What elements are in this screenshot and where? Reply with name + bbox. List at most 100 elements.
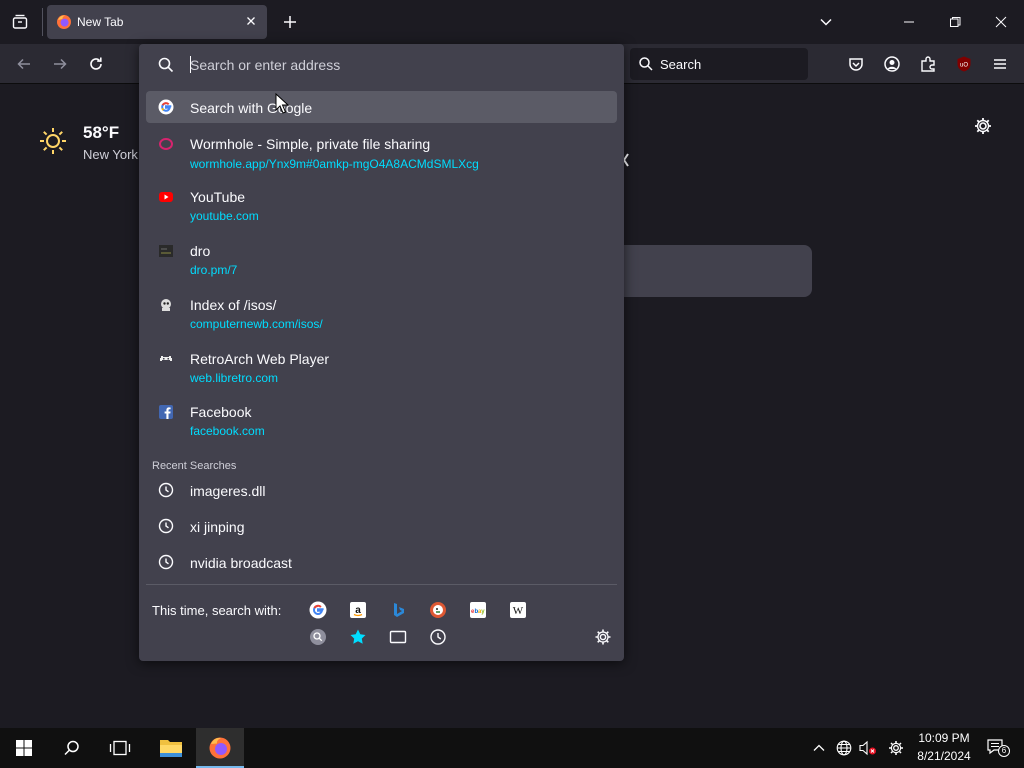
- account-icon[interactable]: [883, 55, 901, 73]
- list-all-tabs-icon[interactable]: [817, 13, 835, 31]
- text-caret: [190, 56, 191, 73]
- clock-date[interactable]: 8/21/2024: [912, 749, 976, 763]
- bing-icon[interactable]: [389, 601, 407, 619]
- pocket-icon[interactable]: [847, 55, 865, 73]
- duckduckgo-icon[interactable]: [429, 601, 447, 619]
- search-icon: [638, 56, 654, 72]
- suggestion-wormhole[interactable]: Wormhole - Simple, private file sharing …: [146, 128, 617, 174]
- clock-time[interactable]: 10:09 PM: [912, 731, 976, 745]
- tab-separator: [42, 8, 43, 36]
- settings-gear-icon[interactable]: [886, 728, 906, 768]
- toolbar-search-box[interactable]: Search: [630, 48, 808, 80]
- address-bar-dropdown: Search with Google Wormhole - Simple, pr…: [139, 44, 624, 661]
- suggestion-url: wormhole.app/Ynx9m#0amkp-mgO4A8ACMdSMLXc…: [190, 157, 479, 171]
- notification-count-badge: 6: [998, 745, 1010, 757]
- suggestion-title: Facebook: [190, 404, 252, 420]
- start-button[interactable]: [0, 728, 48, 768]
- new-tab-search-field[interactable]: [620, 245, 812, 297]
- firefox-icon: [56, 14, 72, 30]
- dro-icon: [158, 243, 174, 259]
- suggestion-url: facebook.com: [190, 424, 265, 438]
- taskbar-search-button[interactable]: [48, 728, 96, 768]
- suggestion-dro[interactable]: dro dro.pm/7: [146, 236, 617, 282]
- address-input[interactable]: [190, 55, 610, 75]
- tabs-icon[interactable]: [389, 628, 407, 646]
- personalize-gear-icon[interactable]: [973, 116, 993, 136]
- ublock-origin-icon[interactable]: uO: [955, 55, 973, 73]
- retroarch-icon: [158, 351, 174, 367]
- wormhole-icon: [158, 136, 174, 152]
- close-window-icon[interactable]: [992, 13, 1010, 31]
- task-view-icon: [109, 740, 131, 756]
- one-off-search-label: This time, search with:: [152, 603, 282, 618]
- search-icon: [157, 56, 175, 74]
- back-icon[interactable]: [15, 55, 33, 73]
- suggestion-facebook[interactable]: Facebook facebook.com: [146, 397, 617, 443]
- bookmarks-icon[interactable]: [349, 628, 367, 646]
- minimize-icon[interactable]: [900, 13, 918, 31]
- recent-search-item[interactable]: imageres.dll: [146, 473, 617, 507]
- suggestion-title: Search with Google: [190, 100, 313, 116]
- suggestion-url: youtube.com: [190, 209, 259, 223]
- amazon-icon[interactable]: a: [349, 601, 367, 619]
- suggestion-search-google[interactable]: Search with Google: [146, 91, 617, 123]
- facebook-icon: [158, 404, 174, 420]
- restore-icon[interactable]: [946, 13, 964, 31]
- suggestion-retroarch[interactable]: RetroArch Web Player web.libretro.com: [146, 344, 617, 390]
- suggestion-title: Index of /isos/: [190, 297, 277, 313]
- new-tab-icon[interactable]: [281, 13, 299, 31]
- ebay-icon[interactable]: ebay: [469, 601, 487, 619]
- reload-icon[interactable]: [87, 55, 105, 73]
- action-center-button[interactable]: 6: [986, 728, 1010, 768]
- show-hidden-icons-icon[interactable]: [810, 728, 828, 768]
- taskbar: 6: [0, 728, 1024, 768]
- youtube-icon: [158, 189, 174, 205]
- suggestion-url: web.libretro.com: [190, 371, 279, 385]
- file-explorer-button[interactable]: [148, 728, 194, 768]
- svg-text:W: W: [513, 605, 524, 617]
- address-bar: [139, 44, 624, 86]
- history-icon: [158, 482, 174, 498]
- firefox-view-icon[interactable]: [11, 13, 29, 31]
- tab-title: New Tab: [77, 15, 124, 29]
- history-icon: [158, 554, 174, 570]
- recent-search-item[interactable]: nvidia broadcast: [146, 545, 617, 579]
- search-settings-gear-icon[interactable]: [594, 628, 612, 646]
- recent-searches-heading: Recent Searches: [152, 460, 237, 472]
- recent-search-text: imageres.dll: [190, 483, 266, 499]
- suggestion-youtube[interactable]: YouTube youtube.com: [146, 182, 617, 228]
- weather-location: New York: [83, 147, 138, 162]
- close-tab-icon[interactable]: [243, 13, 259, 29]
- history-icon: [158, 518, 174, 534]
- svg-text:a: a: [355, 605, 361, 616]
- suggestion-title: Wormhole - Simple, private file sharing: [190, 136, 431, 152]
- recent-search-text: nvidia broadcast: [190, 555, 292, 571]
- recent-search-item[interactable]: xi jinping: [146, 509, 617, 543]
- suggestion-isos[interactable]: Index of /isos/ computernewb.com/isos/: [146, 290, 617, 336]
- google-icon: [158, 99, 174, 115]
- volume-muted-icon[interactable]: [858, 728, 878, 768]
- suggestion-title: dro: [190, 243, 211, 259]
- folder-icon: [160, 740, 182, 757]
- windows-icon: [16, 740, 32, 756]
- network-globe-icon[interactable]: [834, 728, 854, 768]
- mouse-cursor-icon: [275, 93, 289, 115]
- tab-new-tab[interactable]: New Tab: [47, 5, 267, 39]
- extensions-icon[interactable]: [919, 55, 937, 73]
- history-icon[interactable]: [429, 628, 447, 646]
- task-view-button[interactable]: [96, 728, 144, 768]
- search-extension-icon[interactable]: [309, 628, 327, 646]
- weather-temperature: 58°F: [83, 123, 120, 142]
- menu-icon[interactable]: [991, 55, 1009, 73]
- google-icon[interactable]: [309, 601, 327, 619]
- forward-icon[interactable]: [51, 55, 69, 73]
- toolbar-search-label: Search: [660, 57, 702, 72]
- tab-strip: New Tab: [0, 0, 1024, 44]
- suggestion-url: dro.pm/7: [190, 263, 238, 277]
- svg-text:uO: uO: [960, 63, 968, 69]
- search-icon: [64, 740, 79, 756]
- panel-divider: [146, 584, 617, 585]
- wikipedia-icon[interactable]: W: [509, 601, 527, 619]
- suggestion-title: RetroArch Web Player: [190, 351, 330, 367]
- firefox-taskbar-button[interactable]: [196, 728, 244, 768]
